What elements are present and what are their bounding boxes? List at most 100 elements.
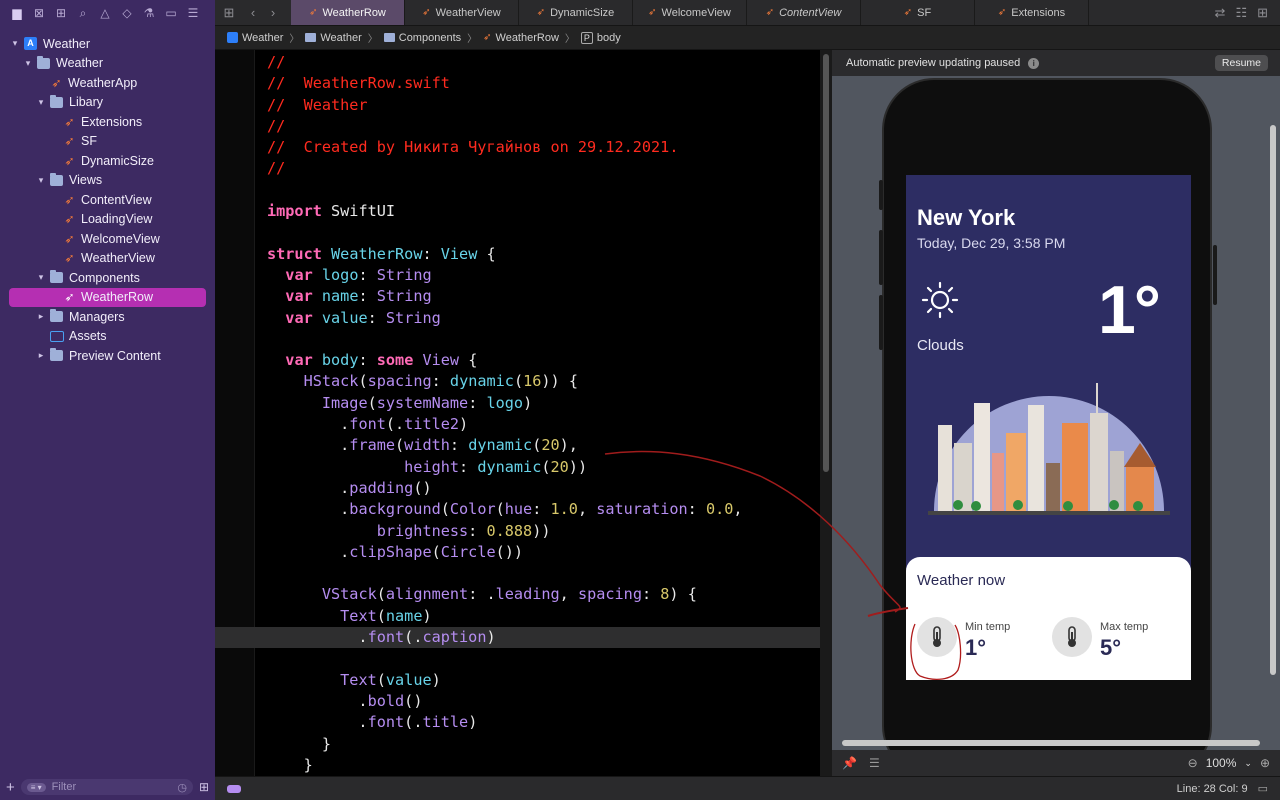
code-line[interactable]: Text(value) [267,670,820,691]
breadcrumb-item[interactable]: Weather [305,32,362,44]
chevron-down-icon[interactable]: ▾ [36,272,46,283]
editor-tab[interactable]: ➶ WeatherRow [291,0,405,25]
code-line[interactable]: brightness: 0.888)) [267,521,820,542]
tree-item[interactable]: ➶ SF [0,132,215,152]
zoom-in-icon[interactable]: ⊕ [1260,756,1270,770]
pin-icon[interactable]: 📌 [842,756,857,770]
code-line[interactable] [267,180,820,201]
add-icon[interactable]: + [6,779,15,796]
chevron-down-icon[interactable]: ▾ [10,38,20,49]
code-line[interactable]: // [267,116,820,137]
refresh-icon[interactable]: ⇄ [1215,5,1226,21]
source-control-icon[interactable]: ⊠ [32,6,46,20]
zoom-out-icon[interactable]: ⊖ [1188,756,1198,770]
code-line[interactable]: .bold() [267,691,820,712]
back-icon[interactable]: ‹ [243,0,263,25]
tree-item[interactable]: ➶ WelcomeView [0,229,215,249]
editor-tab[interactable]: ➶ WeatherView [405,0,519,25]
editor-options-icon[interactable]: ☷ [1235,5,1247,21]
tree-item[interactable]: ▾ Libary [0,93,215,113]
variants-icon[interactable]: ☰ [869,756,880,770]
tree-item[interactable]: ▸ Managers [0,307,215,327]
breakpoint-icon[interactable]: ▭ [164,6,178,20]
info-icon[interactable]: i [1028,57,1040,69]
tree-item[interactable]: ▸ Preview Content [0,346,215,366]
grid-icon[interactable]: ⊞ [215,0,243,25]
tree-item[interactable]: ➶ WeatherView [0,249,215,269]
code-line[interactable]: Text(name) [267,606,820,627]
code-text[interactable]: // // WeatherRow.swift // Weather // // Crea… [215,52,820,776]
code-line[interactable]: struct WeatherRow: View { [267,244,820,265]
editor-scroll-thumb[interactable] [823,54,829,472]
code-line[interactable] [267,648,820,669]
code-line[interactable]: } [267,734,820,755]
canvas-horizontal-scrollbar[interactable] [842,740,1260,746]
code-line[interactable]: // [267,52,820,73]
chevron-down-icon[interactable]: ▾ [23,58,33,69]
code-line[interactable]: // Created by Никита Чугайнов on 29.12.2… [267,137,820,158]
panel-toggle-icon[interactable]: ▭ [1258,782,1268,795]
code-line[interactable]: height: dynamic(20)) [267,457,820,478]
code-line[interactable]: } [267,755,820,776]
tree-item[interactable]: Assets [0,327,215,347]
code-line[interactable]: var value: String [267,308,820,329]
debug-pill-icon[interactable] [227,784,241,793]
folder-icon[interactable]: ▆ [10,6,24,20]
editor-tab[interactable]: ➶ DynamicSize [519,0,633,25]
filter-input[interactable]: ≡ ▾ Filter ◷ [20,779,193,795]
code-line[interactable]: .font(.caption) [215,627,820,649]
scm-filter-icon[interactable]: ⊞ [199,780,209,794]
tree-item[interactable]: ▾ A Weather [0,34,215,54]
debug-icon[interactable]: ⚗ [142,6,156,20]
canvas-vertical-scrollbar[interactable] [1270,125,1276,675]
code-line[interactable]: // [267,158,820,179]
code-line[interactable]: var name: String [267,286,820,307]
forward-icon[interactable]: › [263,0,283,25]
preview-canvas[interactable]: Automatic preview updating paused i Resu… [832,50,1280,778]
line-gutter[interactable] [215,50,255,776]
chevron-right-icon[interactable]: ▸ [36,350,46,361]
tree-item[interactable]: ▾ Views [0,171,215,191]
tree-item[interactable]: ➶ WeatherRow [9,287,206,307]
code-editor[interactable]: // // WeatherRow.swift // Weather // // Crea… [215,50,820,776]
resume-button[interactable]: Resume [1214,55,1268,71]
test-icon[interactable]: ◇ [120,6,134,20]
code-line[interactable]: var logo: String [267,265,820,286]
zoom-level[interactable]: 100% [1206,756,1237,770]
tree-item[interactable]: ▾ Components [0,268,215,288]
editor-tab[interactable]: ➶ Extensions [975,0,1089,25]
filter-options-icon[interactable]: ≡ ▾ [26,782,46,792]
chevron-down-icon[interactable]: ⌄ [1244,758,1252,769]
code-line[interactable]: .font(.title) [267,712,820,733]
breadcrumb-item[interactable]: Components [383,32,461,44]
code-line[interactable] [267,329,820,350]
editor-tab[interactable]: ➶ SF [861,0,975,25]
editor-scrollbar[interactable] [820,50,832,776]
breadcrumb-item[interactable]: Pbody [580,31,621,44]
code-line[interactable]: .clipShape(Circle()) [267,542,820,563]
add-editor-icon[interactable]: ⊞ [1257,5,1268,21]
code-line[interactable]: .background(Color(hue: 1.0, saturation: … [267,499,820,520]
breadcrumb-item[interactable]: ➶ WeatherRow [483,32,559,44]
tree-item[interactable]: ➶ DynamicSize [0,151,215,171]
chevron-down-icon[interactable]: ▾ [36,97,46,108]
code-line[interactable]: // WeatherRow.swift [267,73,820,94]
code-line[interactable]: .font(.title2) [267,414,820,435]
breadcrumb-item[interactable]: Weather [227,32,283,44]
code-line[interactable]: .padding() [267,478,820,499]
search-icon[interactable]: ⌕ [76,6,90,20]
chevron-right-icon[interactable]: ▸ [36,311,46,322]
tree-item[interactable]: ➶ WeatherApp [0,73,215,93]
recent-files-icon[interactable]: ◷ [177,781,187,794]
code-line[interactable]: var body: some View { [267,350,820,371]
code-line[interactable] [267,222,820,243]
code-line[interactable]: Image(systemName: logo) [267,393,820,414]
chevron-down-icon[interactable]: ▾ [36,175,46,186]
code-line[interactable] [267,563,820,584]
editor-tab[interactable]: ➶ ContentView [747,0,861,25]
app-screen[interactable]: New York Today, Dec 29, 3:58 PM Clouds 1… [906,175,1191,680]
code-line[interactable]: import SwiftUI [267,201,820,222]
tree-item[interactable]: ➶ Extensions [0,112,215,132]
code-line[interactable]: HStack(spacing: dynamic(16)) { [267,371,820,392]
code-line[interactable]: VStack(alignment: .leading, spacing: 8) … [267,584,820,605]
